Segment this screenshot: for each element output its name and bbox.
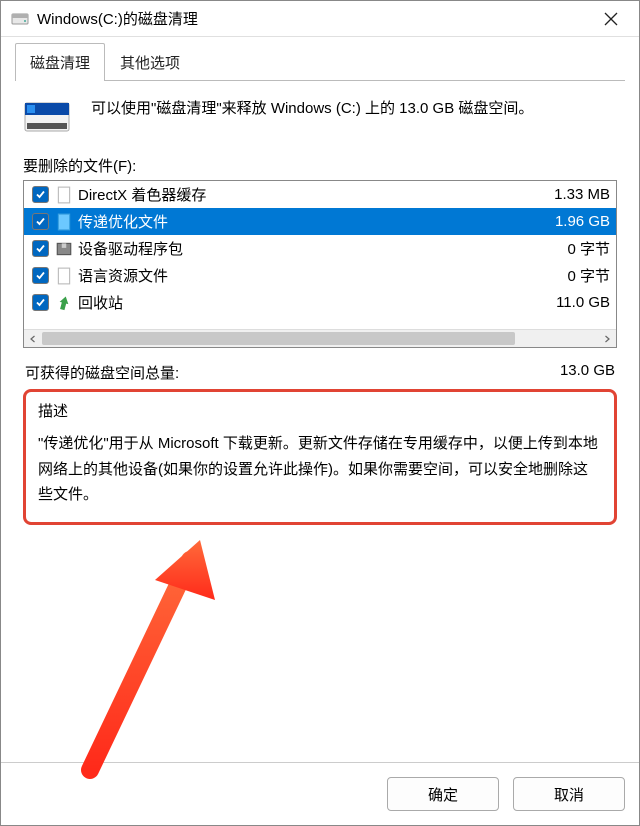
- file-name: 回收站: [78, 292, 548, 313]
- file-name: 设备驱动程序包: [78, 238, 559, 259]
- file-size: 0 字节: [559, 265, 610, 286]
- intro-text: 可以使用"磁盘清理"来释放 Windows (C:) 上的 13.0 GB 磁盘…: [91, 97, 617, 121]
- package-icon: [55, 240, 73, 258]
- file-name: DirectX 着色器缓存: [78, 184, 546, 205]
- close-button[interactable]: [591, 3, 631, 35]
- horizontal-scrollbar[interactable]: [24, 329, 616, 347]
- file-icon: [55, 267, 73, 285]
- tab-more-options[interactable]: 其他选项: [105, 43, 195, 81]
- recycle-icon: [55, 294, 73, 312]
- drive-icon: [11, 10, 29, 28]
- scroll-thumb[interactable]: [42, 332, 515, 345]
- disk-cleanup-window: Windows(C:)的磁盘清理 磁盘清理 其他选项 可以使用"磁盘清理"来释放: [0, 0, 640, 826]
- file-row[interactable]: 传递优化文件 1.96 GB: [24, 208, 616, 235]
- dialog-footer: 确定 取消: [1, 762, 639, 825]
- description-title: 描述: [38, 400, 602, 421]
- file-row[interactable]: 设备驱动程序包 0 字节: [24, 235, 616, 262]
- tabs-bar: 磁盘清理 其他选项: [15, 43, 625, 81]
- description-body: "传递优化"用于从 Microsoft 下载更新。更新文件存储在专用缓存中，以便…: [38, 431, 602, 508]
- files-list-box: DirectX 着色器缓存 1.33 MB 传递优化文件 1.96 GB 设备驱…: [23, 180, 617, 348]
- titlebar: Windows(C:)的磁盘清理: [1, 1, 639, 37]
- scroll-right-button[interactable]: [598, 330, 616, 347]
- file-name: 语言资源文件: [78, 265, 559, 286]
- file-row[interactable]: 回收站 11.0 GB: [24, 289, 616, 316]
- file-size: 11.0 GB: [548, 294, 610, 311]
- file-size: 0 字节: [559, 238, 610, 259]
- file-name: 传递优化文件: [78, 211, 547, 232]
- file-row[interactable]: DirectX 着色器缓存 1.33 MB: [24, 181, 616, 208]
- total-space-label: 可获得的磁盘空间总量:: [25, 362, 179, 383]
- window-title: Windows(C:)的磁盘清理: [37, 8, 591, 29]
- drive-large-icon: [23, 97, 71, 137]
- files-section-label: 要删除的文件(F):: [23, 155, 617, 176]
- checkbox[interactable]: [32, 294, 49, 311]
- tab-disk-cleanup[interactable]: 磁盘清理: [15, 43, 105, 81]
- cancel-button[interactable]: 取消: [513, 777, 625, 811]
- file-blue-icon: [55, 213, 73, 231]
- description-box: 描述 "传递优化"用于从 Microsoft 下载更新。更新文件存储在专用缓存中…: [23, 389, 617, 525]
- checkbox[interactable]: [32, 267, 49, 284]
- file-icon: [55, 186, 73, 204]
- file-row[interactable]: 语言资源文件 0 字节: [24, 262, 616, 289]
- file-size: 1.33 MB: [546, 186, 610, 203]
- file-size: 1.96 GB: [547, 213, 610, 230]
- checkbox[interactable]: [32, 240, 49, 257]
- total-space-value: 13.0 GB: [560, 362, 615, 383]
- scroll-left-button[interactable]: [24, 330, 42, 347]
- checkbox[interactable]: [32, 213, 49, 230]
- files-list[interactable]: DirectX 着色器缓存 1.33 MB 传递优化文件 1.96 GB 设备驱…: [24, 181, 616, 329]
- ok-button[interactable]: 确定: [387, 777, 499, 811]
- close-icon: [604, 12, 618, 26]
- checkbox[interactable]: [32, 186, 49, 203]
